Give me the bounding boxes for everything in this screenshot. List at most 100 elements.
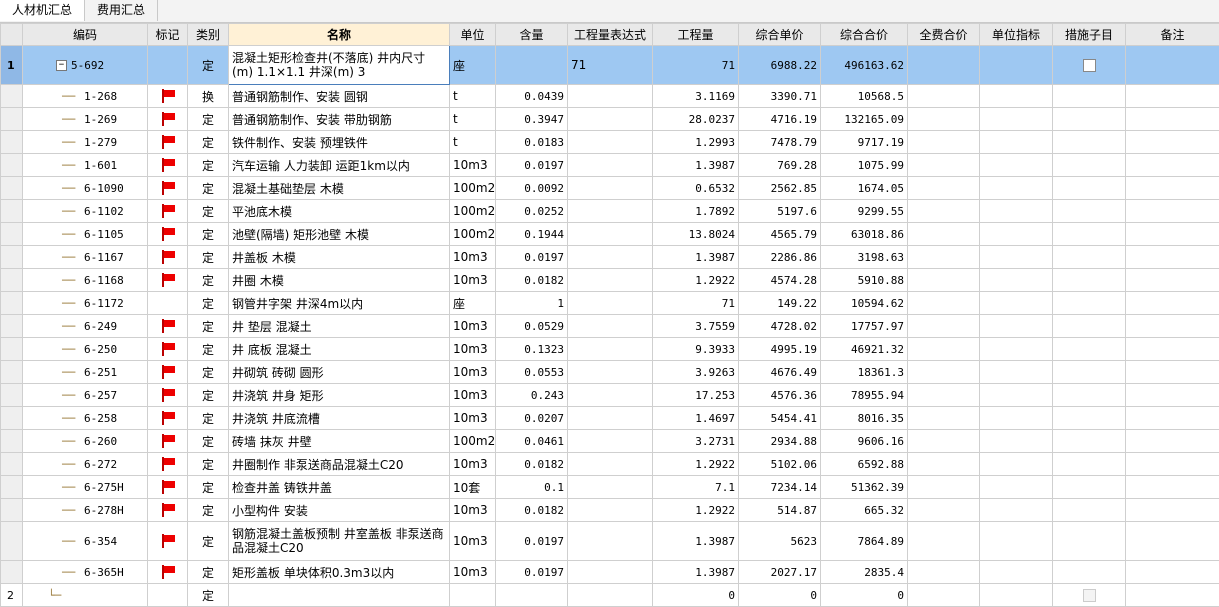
remark-cell[interactable] bbox=[1126, 384, 1219, 407]
qty-expr-cell[interactable] bbox=[568, 338, 653, 361]
remark-cell[interactable] bbox=[1126, 522, 1219, 561]
quantity-cell[interactable]: 28.0237 bbox=[653, 108, 739, 131]
remark-cell[interactable] bbox=[1126, 200, 1219, 223]
total-cell[interactable]: 9299.55 bbox=[821, 200, 908, 223]
total-cell[interactable]: 78955.94 bbox=[821, 384, 908, 407]
total-cell[interactable]: 2835.4 bbox=[821, 561, 908, 584]
mark-cell[interactable] bbox=[148, 131, 188, 154]
unit-index-cell[interactable] bbox=[980, 131, 1053, 154]
name-cell[interactable]: 矩形盖板 单块体积0.3m3以内 bbox=[229, 561, 450, 584]
row-index[interactable] bbox=[1, 200, 23, 223]
unit-cell[interactable]: 10m3 bbox=[450, 499, 496, 522]
content-cell[interactable]: 1 bbox=[496, 292, 568, 315]
type-cell[interactable]: 定 bbox=[188, 223, 229, 246]
row-index[interactable] bbox=[1, 131, 23, 154]
name-cell[interactable]: 混凝土矩形检查井(不落底) 井内尺寸(m) 1.1×1.1 井深(m) 3 bbox=[229, 46, 450, 85]
unit-price-cell[interactable]: 4716.19 bbox=[739, 108, 821, 131]
code-cell[interactable]: ──6-258 bbox=[23, 407, 148, 430]
remark-cell[interactable] bbox=[1126, 131, 1219, 154]
name-cell[interactable]: 井 底板 混凝土 bbox=[229, 338, 450, 361]
unit-price-cell[interactable]: 6988.22 bbox=[739, 46, 821, 85]
qty-expr-cell[interactable] bbox=[568, 292, 653, 315]
content-cell[interactable] bbox=[496, 46, 568, 85]
unit-price-cell[interactable]: 2027.17 bbox=[739, 561, 821, 584]
type-cell[interactable]: 定 bbox=[188, 338, 229, 361]
row-index[interactable] bbox=[1, 384, 23, 407]
qty-expr-cell[interactable] bbox=[568, 269, 653, 292]
type-cell[interactable]: 定 bbox=[188, 361, 229, 384]
unit-price-cell[interactable]: 3390.71 bbox=[739, 85, 821, 108]
col-header-content[interactable]: 含量 bbox=[496, 24, 568, 46]
mark-cell[interactable] bbox=[148, 85, 188, 108]
row-index[interactable] bbox=[1, 522, 23, 561]
table-row[interactable]: ──6-1090定混凝土基础垫层 木模100m20.00920.65322562… bbox=[1, 177, 1219, 200]
mark-cell[interactable] bbox=[148, 246, 188, 269]
row-index[interactable] bbox=[1, 246, 23, 269]
quantity-cell[interactable]: 1.3987 bbox=[653, 246, 739, 269]
name-cell[interactable] bbox=[229, 584, 450, 607]
row-index[interactable] bbox=[1, 407, 23, 430]
content-cell[interactable]: 0.0461 bbox=[496, 430, 568, 453]
name-cell[interactable]: 池壁(隔墙) 矩形池壁 木模 bbox=[229, 223, 450, 246]
unit-index-cell[interactable] bbox=[980, 177, 1053, 200]
remark-cell[interactable] bbox=[1126, 499, 1219, 522]
type-cell[interactable]: 定 bbox=[188, 154, 229, 177]
name-cell[interactable]: 普通钢筋制作、安装 带肋钢筋 bbox=[229, 108, 450, 131]
qty-expr-cell[interactable] bbox=[568, 361, 653, 384]
col-header-type[interactable]: 类别 bbox=[188, 24, 229, 46]
name-cell[interactable]: 汽车运输 人力装卸 运距1km以内 bbox=[229, 154, 450, 177]
remark-cell[interactable] bbox=[1126, 584, 1219, 607]
col-header-quantity[interactable]: 工程量 bbox=[653, 24, 739, 46]
code-cell[interactable]: ──6-1105 bbox=[23, 223, 148, 246]
name-cell[interactable]: 井盖板 木模 bbox=[229, 246, 450, 269]
unit-price-cell[interactable]: 7234.14 bbox=[739, 476, 821, 499]
table-row[interactable]: ──6-275H定检查井盖 铸铁井盖10套0.17.17234.1451362.… bbox=[1, 476, 1219, 499]
type-cell[interactable]: 定 bbox=[188, 499, 229, 522]
type-cell[interactable]: 定 bbox=[188, 384, 229, 407]
qty-expr-cell[interactable] bbox=[568, 154, 653, 177]
code-cell[interactable]: ──1-601 bbox=[23, 154, 148, 177]
quantity-cell[interactable]: 0 bbox=[653, 584, 739, 607]
unit-index-cell[interactable] bbox=[980, 476, 1053, 499]
table-row[interactable]: ──6-1105定池壁(隔墙) 矩形池壁 木模100m20.194413.802… bbox=[1, 223, 1219, 246]
qty-expr-cell[interactable]: 71 bbox=[568, 46, 653, 85]
mark-cell[interactable] bbox=[148, 223, 188, 246]
full-cost-cell[interactable] bbox=[908, 453, 980, 476]
table-row[interactable]: ──6-1167定井盖板 木模10m30.01971.39872286.8631… bbox=[1, 246, 1219, 269]
remark-cell[interactable] bbox=[1126, 292, 1219, 315]
unit-price-cell[interactable]: 4565.79 bbox=[739, 223, 821, 246]
measure-item-checkbox[interactable] bbox=[1083, 589, 1096, 602]
row-index[interactable] bbox=[1, 453, 23, 476]
code-cell[interactable]: ──6-365H bbox=[23, 561, 148, 584]
type-cell[interactable]: 定 bbox=[188, 315, 229, 338]
content-cell[interactable]: 0.0183 bbox=[496, 131, 568, 154]
code-cell[interactable]: ──6-1167 bbox=[23, 246, 148, 269]
remark-cell[interactable] bbox=[1126, 85, 1219, 108]
code-cell[interactable]: ──6-354 bbox=[23, 522, 148, 561]
type-cell[interactable]: 定 bbox=[188, 522, 229, 561]
type-cell[interactable]: 定 bbox=[188, 269, 229, 292]
mark-cell[interactable] bbox=[148, 430, 188, 453]
type-cell[interactable]: 定 bbox=[188, 292, 229, 315]
unit-price-cell[interactable]: 2934.88 bbox=[739, 430, 821, 453]
col-header-name[interactable]: 名称 bbox=[229, 24, 450, 46]
full-cost-cell[interactable] bbox=[908, 315, 980, 338]
qty-expr-cell[interactable] bbox=[568, 430, 653, 453]
content-cell[interactable]: 0.0252 bbox=[496, 200, 568, 223]
full-cost-cell[interactable] bbox=[908, 46, 980, 85]
unit-cell[interactable]: 10m3 bbox=[450, 315, 496, 338]
total-cell[interactable]: 132165.09 bbox=[821, 108, 908, 131]
type-cell[interactable]: 定 bbox=[188, 246, 229, 269]
measure-item-cell[interactable] bbox=[1053, 453, 1126, 476]
name-cell[interactable]: 砖墙 抹灰 井壁 bbox=[229, 430, 450, 453]
unit-price-cell[interactable]: 5623 bbox=[739, 522, 821, 561]
qty-expr-cell[interactable] bbox=[568, 246, 653, 269]
measure-item-cell[interactable] bbox=[1053, 584, 1126, 607]
full-cost-cell[interactable] bbox=[908, 499, 980, 522]
name-cell[interactable]: 检查井盖 铸铁井盖 bbox=[229, 476, 450, 499]
code-cell[interactable]: ──6-275H bbox=[23, 476, 148, 499]
total-cell[interactable]: 51362.39 bbox=[821, 476, 908, 499]
tab-labor-material-summary[interactable]: 人材机汇总 bbox=[0, 0, 85, 21]
qty-expr-cell[interactable] bbox=[568, 453, 653, 476]
code-cell[interactable]: ──1-269 bbox=[23, 108, 148, 131]
